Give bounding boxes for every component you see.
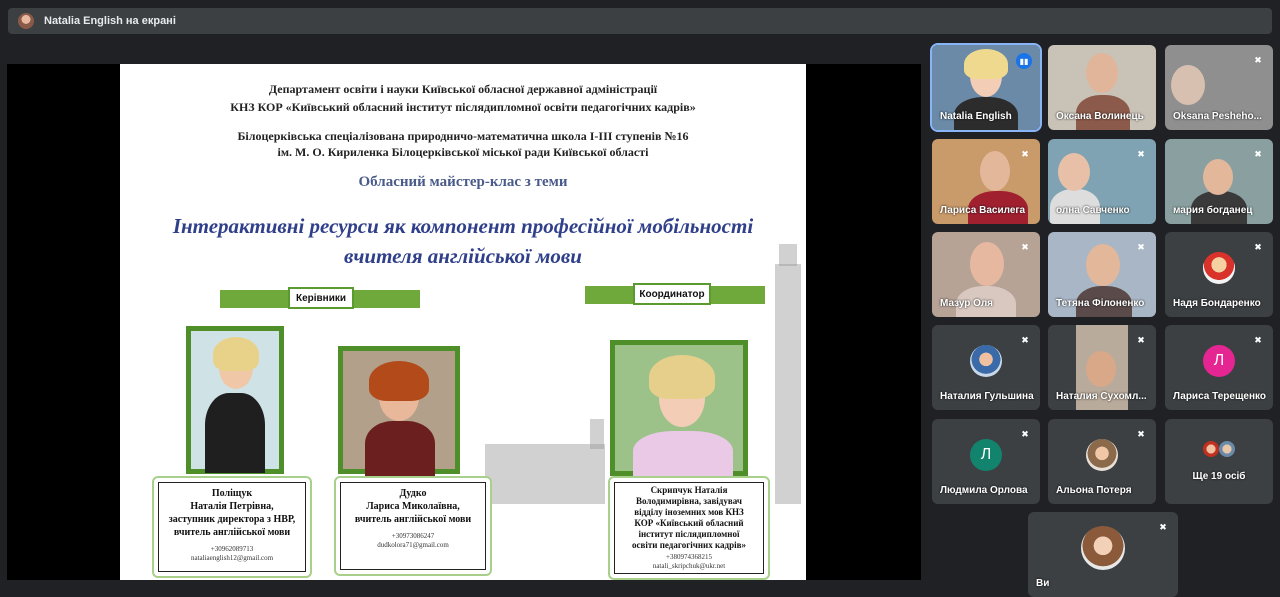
audio-wave-icon: ▮▮ (1016, 53, 1032, 69)
ribbon-leaders-label: Керівники (288, 287, 354, 309)
participant-tile[interactable]: ✖ Oksana Pesheho... (1165, 45, 1273, 130)
mic-off-icon: ✖ (1159, 521, 1167, 532)
card-skrypchuk: Скрипчук Наталія Володимирівна, завідува… (608, 476, 770, 580)
card-dudko-contact: +30973086247 dudkolora71@gmail.com (377, 532, 449, 549)
bridge-decoration (485, 444, 605, 504)
slide-header-3: Білоцерківська спеціалізована природничо… (237, 129, 689, 143)
participant-tile[interactable]: ✖ олна Савченко (1048, 139, 1156, 224)
slide-subtitle: Обласний майстер-клас з теми (358, 174, 568, 190)
bridge-tower-decoration (590, 419, 604, 449)
participant-tile[interactable]: ✖ Тетяна Філоненко (1048, 232, 1156, 317)
more-participants-tile[interactable]: Ще 19 осіб (1165, 419, 1273, 504)
tower-decoration (775, 264, 801, 504)
card-polishchuk: Поліщук Наталія Петрівна, заступник дире… (152, 476, 312, 578)
slide-header-4: ім. М. О. Кириленка Білоцерківської місь… (277, 145, 649, 159)
avatar (970, 344, 1002, 377)
participant-name: Oksana Pesheho... (1173, 111, 1262, 122)
shared-screen[interactable]: Департамент освіти і науки Київської обл… (7, 64, 921, 580)
mic-off-icon: ✖ (1254, 241, 1262, 252)
avatar (1081, 525, 1125, 570)
mic-off-icon: ✖ (1254, 148, 1262, 159)
photo-dudko (338, 346, 460, 477)
mic-off-icon: ✖ (1137, 148, 1145, 159)
participant-name: Наталия Гульшина (940, 391, 1034, 402)
participant-name: Людмила Орлова (940, 485, 1028, 496)
slide-topic-line-2: вчителя англійської мови (343, 244, 582, 268)
card-skrypchuk-name: Скрипчук Наталія Володимирівна, завідува… (632, 485, 746, 550)
mic-off-icon: ✖ (1137, 428, 1145, 439)
presenter-label: Natalia English на екрані (44, 15, 176, 27)
participant-name: Лариса Василега (940, 205, 1026, 216)
participant-tile[interactable]: Л ✖ Людмила Орлова (932, 419, 1040, 504)
card-skrypchuk-contact: +380974368215 natali_skripchuk@ukr.net (652, 553, 726, 570)
avatar (1219, 441, 1235, 457)
photo-skrypchuk (610, 340, 748, 481)
ribbon-coordinator: Координатор (585, 280, 765, 310)
slide-header-2: КНЗ КОР «Київський обласний інститут піс… (230, 100, 696, 114)
card-dudko-name: Дудко Лариса Миколаївна, вчитель англійс… (354, 488, 472, 525)
mic-off-icon: ✖ (1021, 334, 1029, 345)
ribbon-coordinator-label: Координатор (633, 283, 711, 305)
ribbon-leaders: Керівники (220, 284, 420, 314)
slide-topic-line-1: Інтерактивні ресурси як компонент профес… (172, 214, 754, 238)
mic-off-icon: ✖ (1137, 241, 1145, 252)
avatar (1203, 441, 1219, 457)
participant-name: Лариса Терещенко (1173, 391, 1266, 402)
participant-name: мария богданец (1173, 205, 1253, 216)
participant-name: Альона Потеря (1056, 485, 1132, 496)
card-polishchuk-contact: +30962089713 nataliaenglish12@gmail.com (190, 545, 274, 562)
participant-tile[interactable]: ✖ Мазур Оля (932, 232, 1040, 317)
participant-name: Надя Бондаренко (1173, 298, 1261, 309)
mic-off-icon: ✖ (1137, 334, 1145, 345)
participant-name: Наталия Сухомл... (1056, 391, 1147, 402)
card-polishchuk-name: Поліщук Наталія Петрівна, заступник дире… (168, 488, 296, 538)
mic-off-icon: ✖ (1021, 428, 1029, 439)
participant-name: Мазур Оля (940, 298, 994, 309)
participant-tile[interactable]: Оксана Волинець (1048, 45, 1156, 130)
photo-polishchuk (186, 326, 284, 474)
participant-tile[interactable]: ✖ Наталия Сухомл... (1048, 325, 1156, 410)
presenting-banner: Natalia English на екрані (8, 8, 1272, 34)
participant-name: Оксана Волинець (1056, 111, 1144, 122)
participant-tile[interactable]: ✖ мария богданец (1165, 139, 1273, 224)
participant-name: Natalia English (940, 111, 1012, 122)
participant-name: Ви (1036, 578, 1050, 589)
presentation-slide: Департамент освіти і науки Київської обл… (120, 64, 806, 580)
avatar (1086, 438, 1118, 471)
participant-tile[interactable]: ✖ Надя Бондаренко (1165, 232, 1273, 317)
avatar (1203, 251, 1235, 284)
participant-tile[interactable]: ✖ Альона Потеря (1048, 419, 1156, 504)
card-dudko: Дудко Лариса Миколаївна, вчитель англійс… (334, 476, 492, 576)
mic-off-icon: ✖ (1021, 241, 1029, 252)
self-view-tile[interactable]: ✖ Ви (1028, 512, 1178, 597)
participant-name: олна Савченко (1056, 205, 1130, 216)
participant-tile[interactable]: ✖ Наталия Гульшина (932, 325, 1040, 410)
avatar: Л (1203, 344, 1235, 377)
slide-header-1: Департамент освіти і науки Київської обл… (268, 82, 658, 96)
avatar: Л (970, 438, 1002, 471)
presenter-avatar (18, 13, 34, 29)
mic-off-icon: ✖ (1021, 148, 1029, 159)
mic-off-icon: ✖ (1254, 334, 1262, 345)
more-participants-label: Ще 19 осіб (1192, 471, 1246, 482)
mic-off-icon: ✖ (1254, 54, 1262, 65)
participant-tile[interactable]: Л ✖ Лариса Терещенко (1165, 325, 1273, 410)
participant-name: Тетяна Філоненко (1056, 298, 1145, 309)
participant-tile[interactable]: ✖ Лариса Василега (932, 139, 1040, 224)
participant-tile[interactable]: ▮▮ Natalia English (930, 43, 1042, 132)
